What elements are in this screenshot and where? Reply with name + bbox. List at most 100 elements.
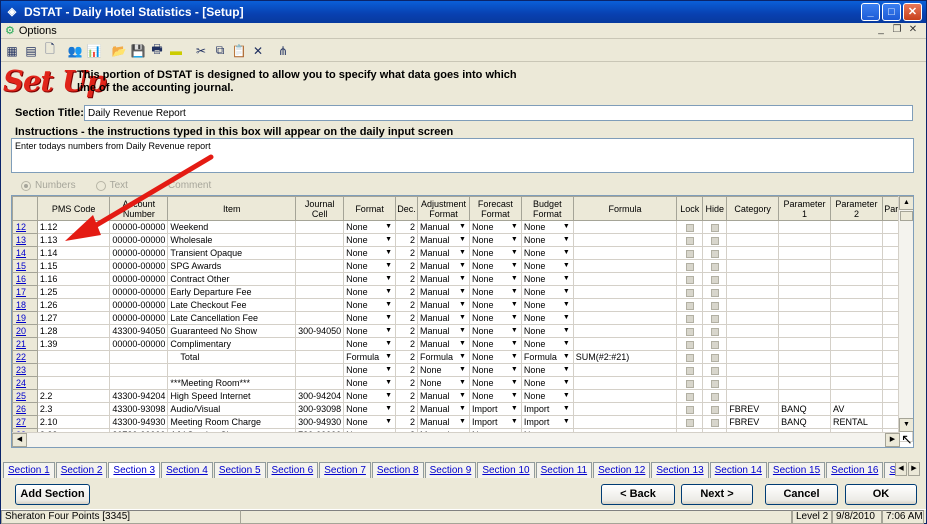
account-number-cell[interactable]: 00000-00000	[109, 246, 169, 260]
forecast-format-dropdown[interactable]: None ▼	[468, 285, 522, 299]
lock-checkbox-cell[interactable]	[676, 350, 704, 364]
checkbox[interactable]	[710, 249, 719, 258]
table-row[interactable]: 18 1.26 00000-00000 Late Checkout Fee None ▼ 2…	[12, 298, 913, 312]
formula-cell[interactable]: SUM(#2:#21)	[572, 350, 678, 364]
dropdown-arrow-icon[interactable]: ▼	[458, 300, 467, 311]
item-cell[interactable]: Total	[167, 350, 297, 364]
dropdown-arrow-icon[interactable]: ▼	[562, 404, 571, 415]
dropdown-arrow-icon[interactable]: ▼	[384, 300, 393, 311]
item-cell[interactable]: Transient Opaque	[167, 246, 297, 260]
parameter-2-cell[interactable]	[829, 272, 883, 286]
hide-checkbox-cell[interactable]	[702, 350, 728, 364]
dropdown-arrow-icon[interactable]: ▼	[384, 352, 393, 363]
highlight-icon[interactable]: ▬	[167, 42, 185, 60]
format-dropdown[interactable]: None ▼	[343, 363, 397, 377]
checkbox[interactable]	[710, 275, 719, 284]
account-number-cell[interactable]: 00000-00000	[109, 337, 169, 351]
formula-cell[interactable]	[572, 233, 678, 247]
category-cell[interactable]	[726, 285, 780, 299]
cut-icon[interactable]: ✂	[192, 42, 210, 60]
column-header[interactable]: Forecast Format	[468, 196, 522, 221]
decimals-cell[interactable]: 2	[395, 298, 419, 312]
mdi-restore-button[interactable]: ❐	[890, 24, 904, 35]
row-number[interactable]: 18	[12, 298, 38, 312]
dropdown-arrow-icon[interactable]: ▼	[458, 404, 467, 415]
lock-checkbox-cell[interactable]	[676, 298, 704, 312]
row-number[interactable]: 20	[12, 324, 38, 338]
row-number[interactable]: 24	[12, 376, 38, 390]
category-cell[interactable]	[726, 311, 780, 325]
budget-format-dropdown[interactable]: None ▼	[520, 220, 574, 234]
item-cell[interactable]: Guaranteed No Show	[167, 324, 297, 338]
dropdown-arrow-icon[interactable]: ▼	[384, 365, 393, 376]
journal-cell[interactable]	[295, 246, 345, 260]
account-number-cell[interactable]: 43300-93098	[109, 402, 169, 416]
table-row[interactable]: 23 None ▼ 2 None ▼ None ▼ None ▼	[12, 363, 913, 377]
account-number-cell[interactable]: 43300-94204	[109, 389, 169, 403]
journal-cell[interactable]	[295, 233, 345, 247]
dropdown-arrow-icon[interactable]: ▼	[510, 274, 519, 285]
checkbox[interactable]	[685, 249, 694, 258]
adjustment-format-dropdown[interactable]: Manual ▼	[417, 415, 470, 429]
parameter-1-cell[interactable]	[778, 363, 831, 377]
lock-checkbox-cell[interactable]	[676, 272, 704, 286]
column-header[interactable]: Account Number	[109, 196, 169, 221]
forecast-format-dropdown[interactable]: None ▼	[468, 350, 522, 364]
lock-checkbox-cell[interactable]	[676, 324, 704, 338]
journal-cell[interactable]	[295, 298, 345, 312]
tab-section-11[interactable]: Section 11	[535, 462, 593, 478]
checkbox[interactable]	[710, 340, 719, 349]
column-header[interactable]: Lock	[676, 196, 704, 221]
decimals-cell[interactable]: 2	[395, 337, 419, 351]
account-number-cell[interactable]	[109, 350, 169, 364]
parameter-2-cell[interactable]	[829, 337, 883, 351]
hide-checkbox-cell[interactable]	[702, 233, 728, 247]
paste-icon[interactable]: 📋	[230, 42, 248, 60]
dropdown-arrow-icon[interactable]: ▼	[510, 287, 519, 298]
budget-format-dropdown[interactable]: None ▼	[520, 285, 574, 299]
journal-cell[interactable]	[295, 363, 345, 377]
item-cell[interactable]: Late Cancellation Fee	[167, 311, 297, 325]
adjustment-format-dropdown[interactable]: None ▼	[417, 363, 470, 377]
journal-cell[interactable]	[295, 350, 345, 364]
checkbox[interactable]	[685, 366, 694, 375]
column-header[interactable]: Adjustment Format	[417, 196, 470, 221]
column-header[interactable]: Formula	[572, 196, 678, 221]
checkbox[interactable]	[710, 405, 719, 414]
dropdown-arrow-icon[interactable]: ▼	[562, 300, 571, 311]
decimals-cell[interactable]: 2	[395, 415, 419, 429]
dropdown-arrow-icon[interactable]: ▼	[562, 326, 571, 337]
grid-horizontal-scrollbar[interactable]: ◀ ▶	[12, 432, 900, 447]
parameter-2-cell[interactable]: AV	[829, 402, 883, 416]
budget-format-dropdown[interactable]: None ▼	[520, 246, 574, 260]
budget-format-dropdown[interactable]: None ▼	[520, 272, 574, 286]
tab-section-7[interactable]: Section 7	[319, 462, 371, 478]
table-row[interactable]: 27 2.10 43300-94930 Meeting Room Charge 300-…	[12, 415, 913, 429]
column-header[interactable]: Item	[167, 196, 297, 221]
account-number-cell[interactable]: 43300-94930	[109, 415, 169, 429]
format-dropdown[interactable]: None ▼	[343, 376, 397, 390]
formula-cell[interactable]	[572, 376, 678, 390]
hide-checkbox-cell[interactable]	[702, 324, 728, 338]
dropdown-arrow-icon[interactable]: ▼	[458, 222, 467, 233]
dropdown-arrow-icon[interactable]: ▼	[562, 313, 571, 324]
journal-cell[interactable]	[295, 259, 345, 273]
column-header[interactable]: Parameter 1	[778, 196, 831, 221]
lock-checkbox-cell[interactable]	[676, 246, 704, 260]
pms-code-cell[interactable]: 1.26	[36, 298, 111, 312]
column-header[interactable]: PMS Code	[36, 196, 111, 221]
checkbox[interactable]	[685, 405, 694, 414]
tab-section-4[interactable]: Section 4	[161, 462, 213, 478]
dropdown-arrow-icon[interactable]: ▼	[562, 365, 571, 376]
lock-checkbox-cell[interactable]	[676, 402, 704, 416]
dropdown-arrow-icon[interactable]: ▼	[458, 326, 467, 337]
format-dropdown[interactable]: None ▼	[343, 272, 397, 286]
formula-cell[interactable]	[572, 311, 678, 325]
dropdown-arrow-icon[interactable]: ▼	[510, 222, 519, 233]
scroll-thumb[interactable]	[900, 211, 913, 221]
category-cell[interactable]	[726, 259, 780, 273]
row-number[interactable]: 22	[12, 350, 38, 364]
pms-code-cell[interactable]: 1.28	[36, 324, 111, 338]
budget-format-dropdown[interactable]: None ▼	[520, 259, 574, 273]
dropdown-arrow-icon[interactable]: ▼	[510, 378, 519, 389]
